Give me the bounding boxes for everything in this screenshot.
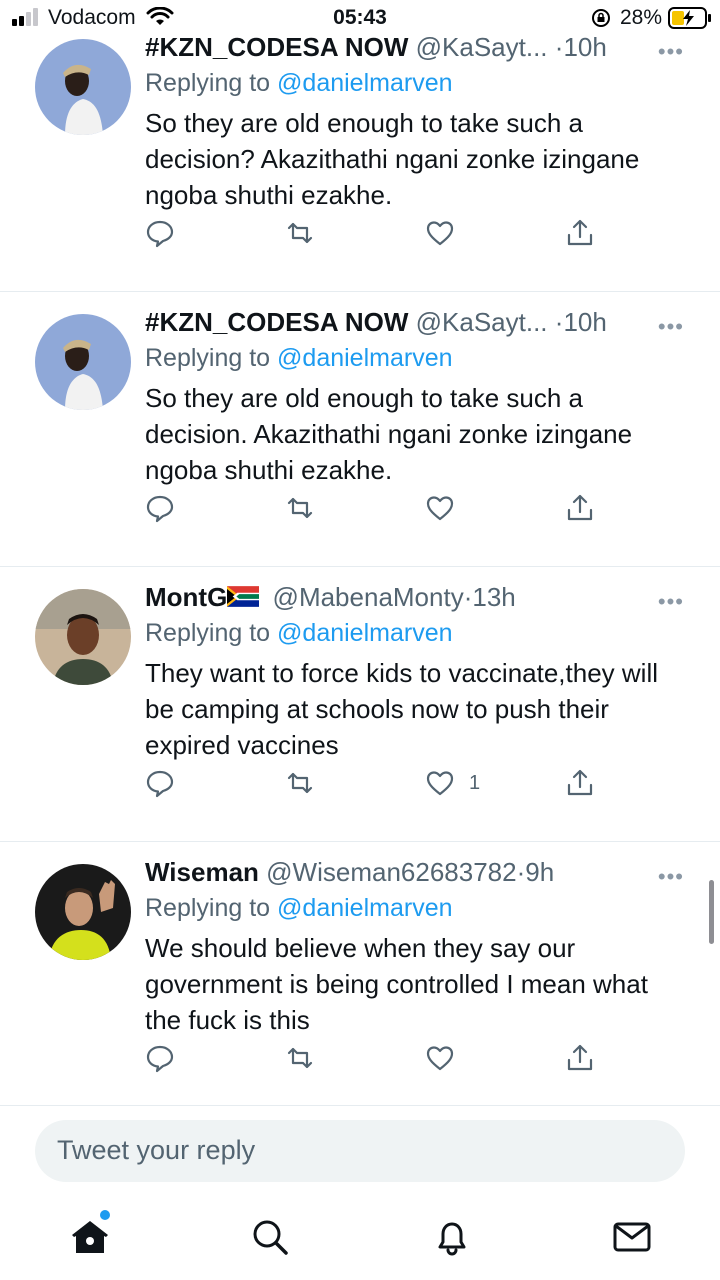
notification-dot xyxy=(100,1210,110,1220)
timestamp[interactable]: 10h xyxy=(563,32,606,62)
reply-icon xyxy=(146,1045,174,1073)
display-name[interactable]: #KZN_CODESA NOW xyxy=(145,32,408,62)
more-options-icon[interactable]: ••• xyxy=(658,864,684,890)
bottom-tab-bar xyxy=(0,1195,720,1280)
more-options-icon[interactable]: ••• xyxy=(658,589,684,615)
tweet-header: MontG @MabenaMonty·13h xyxy=(145,582,690,616)
like-button[interactable] xyxy=(425,217,469,249)
home-icon xyxy=(72,1221,108,1253)
tweet-text: We should believe when they say our gove… xyxy=(145,933,648,1035)
tweet-reply[interactable]: MontG @MabenaMonty·13h ••• Replying to @… xyxy=(0,567,720,842)
mention-link[interactable]: @danielmarven xyxy=(277,69,452,97)
tab-home[interactable] xyxy=(68,1215,112,1259)
retweet-icon xyxy=(287,772,313,794)
share-icon xyxy=(567,219,593,246)
display-name[interactable]: #KZN_CODESA NOW xyxy=(145,307,408,337)
replying-prefix: Replying to xyxy=(145,894,271,922)
replying-prefix: Replying to xyxy=(145,344,271,372)
tweet-actions xyxy=(145,217,595,253)
like-button[interactable] xyxy=(425,1042,469,1074)
share-icon xyxy=(567,494,593,521)
retweet-button[interactable] xyxy=(285,1042,315,1074)
mention-link[interactable]: @danielmarven xyxy=(277,894,452,922)
tweet-actions xyxy=(145,492,595,528)
display-name[interactable]: MontG xyxy=(145,582,227,612)
tweet-header: #KZN_CODESA NOW @KaSayt... ·10h xyxy=(145,307,690,341)
replying-prefix: Replying to xyxy=(145,619,271,647)
tweet-reply[interactable]: Wiseman @Wiseman62683782·9h ••• Replying… xyxy=(0,842,720,1106)
like-count: 1 xyxy=(469,771,481,794)
share-button[interactable] xyxy=(565,767,595,799)
like-button[interactable]: 1 xyxy=(425,767,480,799)
user-handle[interactable]: @MabenaMonty xyxy=(273,582,464,612)
tweet-actions: 1 xyxy=(145,767,595,803)
retweet-icon xyxy=(287,497,313,519)
more-options-icon[interactable]: ••• xyxy=(658,314,684,340)
tab-notifications[interactable] xyxy=(430,1215,474,1259)
mention-link[interactable]: @danielmarven xyxy=(277,619,452,647)
retweet-button[interactable] xyxy=(285,492,315,524)
share-button[interactable] xyxy=(565,492,595,524)
reply-input[interactable]: Tweet your reply xyxy=(35,1120,685,1182)
separator-dot: · xyxy=(516,857,526,887)
heart-icon xyxy=(426,771,454,796)
like-button[interactable] xyxy=(425,492,469,524)
replying-to: Replying to @danielmarven xyxy=(145,69,453,98)
share-button[interactable] xyxy=(565,1042,595,1074)
reply-placeholder: Tweet your reply xyxy=(57,1135,256,1165)
avatar[interactable] xyxy=(35,864,131,960)
avatar[interactable] xyxy=(35,589,131,685)
user-handle[interactable]: @Wiseman62683782 xyxy=(266,857,516,887)
reply-button[interactable] xyxy=(145,492,175,524)
user-handle[interactable]: @KaSayt... xyxy=(416,32,548,62)
avatar[interactable] xyxy=(35,314,131,410)
tweet-text: They want to force kids to vaccinate,the… xyxy=(145,658,659,760)
reply-icon xyxy=(146,220,174,248)
heart-icon xyxy=(426,1046,454,1071)
timestamp[interactable]: 10h xyxy=(563,307,606,337)
retweet-button[interactable] xyxy=(285,767,315,799)
share-button[interactable] xyxy=(565,217,595,249)
tab-messages[interactable] xyxy=(610,1215,654,1259)
tweet-text: So they are old enough to take such a de… xyxy=(145,383,633,485)
more-options-icon[interactable]: ••• xyxy=(658,39,684,65)
heart-icon xyxy=(426,496,454,521)
reply-button[interactable] xyxy=(145,767,175,799)
reply-button[interactable] xyxy=(145,1042,175,1074)
tweet-reply[interactable]: #KZN_CODESA NOW @KaSayt... ·10h ••• Repl… xyxy=(0,292,720,567)
replying-prefix: Replying to xyxy=(145,69,271,97)
reply-icon xyxy=(146,495,174,523)
replying-to: Replying to @danielmarven xyxy=(145,619,453,648)
heart-icon xyxy=(426,221,454,246)
replying-to: Replying to @danielmarven xyxy=(145,344,453,373)
share-icon xyxy=(567,1044,593,1071)
tweet-reply[interactable]: #KZN_CODESA NOW @KaSayt... ·10h ••• Repl… xyxy=(0,17,720,292)
mail-icon xyxy=(613,1222,651,1252)
retweet-icon xyxy=(287,222,313,244)
tweet-text: So they are old enough to take such a de… xyxy=(145,108,640,210)
tweet-actions xyxy=(145,1042,595,1078)
bell-icon xyxy=(438,1222,466,1256)
retweet-button[interactable] xyxy=(285,217,315,249)
replying-to: Replying to @danielmarven xyxy=(145,894,453,923)
display-name[interactable]: Wiseman xyxy=(145,857,259,887)
tab-search[interactable] xyxy=(248,1215,292,1259)
reply-icon xyxy=(146,770,174,798)
timestamp[interactable]: 13h xyxy=(472,582,515,612)
scroll-indicator[interactable] xyxy=(709,880,714,944)
tweet-header: Wiseman @Wiseman62683782·9h xyxy=(145,857,690,891)
share-icon xyxy=(567,769,593,796)
avatar[interactable] xyxy=(35,39,131,135)
search-icon xyxy=(253,1220,288,1255)
reply-button[interactable] xyxy=(145,217,175,249)
tweet-header: #KZN_CODESA NOW @KaSayt... ·10h xyxy=(145,32,690,66)
timestamp[interactable]: 9h xyxy=(525,857,554,887)
retweet-icon xyxy=(287,1047,313,1069)
user-handle[interactable]: @KaSayt... xyxy=(416,307,548,337)
mention-link[interactable]: @danielmarven xyxy=(277,344,452,372)
south-africa-flag-icon xyxy=(227,586,260,607)
